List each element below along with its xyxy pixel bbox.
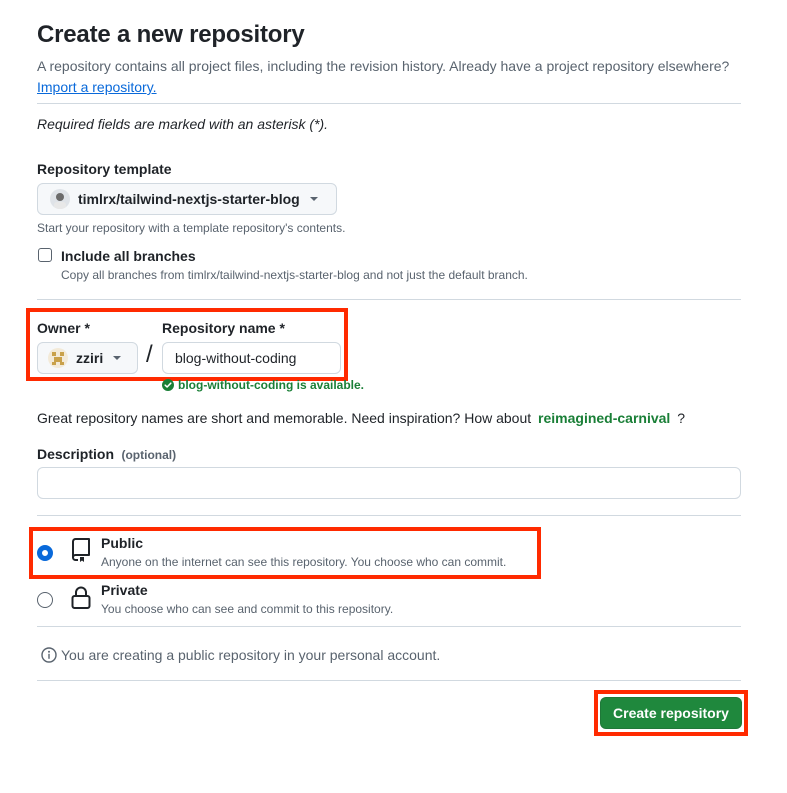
divider (37, 103, 741, 104)
description-input[interactable] (37, 467, 741, 499)
visibility-info: You are creating a public repository in … (41, 647, 440, 663)
private-help: You choose who can see and commit to thi… (101, 602, 394, 616)
public-help: Anyone on the internet can see this repo… (101, 555, 507, 569)
create-repository-button[interactable]: Create repository (600, 697, 742, 729)
owner-select-value: zziri (76, 350, 104, 366)
info-icon (41, 647, 57, 663)
divider (37, 680, 741, 681)
repository-name-input[interactable]: blog-without-coding (162, 342, 341, 374)
template-select[interactable]: timlrx/tailwind-nextjs-starter-blog (37, 183, 337, 215)
divider (37, 299, 741, 300)
owner-select[interactable]: zziri (37, 342, 138, 374)
owner-avatar (48, 348, 68, 368)
suggestion-suffix: ? (677, 410, 686, 426)
name-suggestion: Great repository names are short and mem… (37, 410, 685, 426)
template-owner-avatar (50, 189, 70, 209)
chevron-down-icon (113, 356, 122, 360)
page-intro: A repository contains all project files,… (37, 56, 737, 98)
description-label-row: Description (optional) (37, 446, 176, 464)
availability-text: blog-without-coding is available. (178, 378, 365, 392)
public-radio[interactable] (37, 545, 53, 561)
visibility-info-text: You are creating a public repository in … (61, 647, 441, 663)
description-optional: (optional) (121, 448, 177, 462)
public-label: Public (101, 535, 144, 551)
required-fields-note: Required fields are marked with an aster… (37, 116, 329, 132)
repository-name-value: blog-without-coding (175, 350, 297, 366)
owner-label: Owner * (37, 320, 90, 336)
description-label: Description (37, 446, 115, 462)
check-circle-icon (162, 379, 174, 391)
include-all-branches-help: Copy all branches from timlrx/tailwind-n… (61, 268, 528, 282)
availability-message: blog-without-coding is available. (162, 378, 364, 392)
template-select-value: timlrx/tailwind-nextjs-starter-blog (78, 191, 300, 207)
divider (37, 515, 741, 516)
page-title: Create a new repository (37, 21, 305, 48)
template-help: Start your repository with a template re… (37, 221, 346, 235)
include-all-branches-label: Include all branches (61, 248, 196, 264)
repo-icon (70, 537, 92, 568)
template-label: Repository template (37, 161, 172, 177)
intro-text: A repository contains all project files,… (37, 58, 730, 74)
divider (37, 626, 741, 627)
include-all-branches-checkbox[interactable] (38, 248, 52, 262)
repository-name-label: Repository name * (162, 320, 285, 336)
private-radio[interactable] (37, 592, 53, 608)
owner-repo-separator: / (146, 341, 153, 368)
lock-icon (70, 585, 92, 615)
import-repository-link[interactable]: Import a repository. (37, 79, 157, 95)
suggestion-text: Great repository names are short and mem… (37, 410, 532, 426)
chevron-down-icon (309, 197, 318, 201)
private-label: Private (101, 582, 148, 598)
suggested-name-link[interactable]: reimagined-carnival (538, 410, 670, 426)
